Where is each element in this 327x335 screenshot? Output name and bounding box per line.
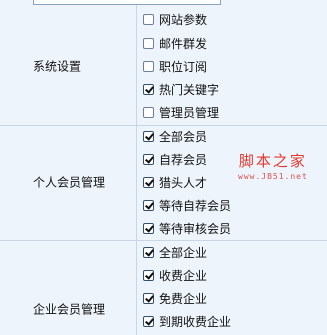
option-row[interactable]: 管理员管理 [143, 104, 219, 120]
checkbox-checked[interactable] [143, 222, 154, 234]
section-label: 个人会员管理 [33, 175, 106, 190]
option-label: 猎头人才 [159, 175, 208, 190]
watermark: 脚本之家 www.JB51.net [238, 150, 308, 181]
option-row[interactable]: 等待审核会员 [143, 220, 231, 236]
checkbox-checked[interactable] [143, 153, 154, 165]
option-row[interactable]: 邮件群发 [143, 35, 207, 51]
checkbox-checked[interactable] [143, 176, 154, 188]
checkbox-checked[interactable] [143, 315, 154, 327]
section-label-cell: 系统设置 [0, 5, 137, 125]
checkbox-checked[interactable] [143, 199, 154, 211]
option-row[interactable]: 到期收费企业 [143, 313, 231, 329]
option-row[interactable]: 网站参数 [143, 11, 207, 27]
option-label: 全部企业 [159, 245, 208, 260]
checkbox-checked[interactable] [143, 246, 154, 258]
checkbox[interactable] [143, 106, 154, 118]
checkbox[interactable] [143, 13, 154, 25]
checkbox-checked[interactable] [143, 269, 154, 281]
option-row[interactable]: 猎头人才 [143, 174, 207, 190]
option-label: 管理员管理 [159, 105, 220, 120]
option-row[interactable]: 自荐会员 [143, 151, 207, 167]
option-row[interactable]: 热门关键字 [143, 81, 219, 97]
checkbox-checked[interactable] [143, 83, 154, 95]
option-label: 自荐会员 [159, 152, 208, 167]
option-label: 职位订阅 [159, 59, 208, 74]
option-row[interactable]: 收费企业 [143, 267, 207, 283]
option-row[interactable]: 免费企业 [143, 290, 207, 306]
option-label: 网站参数 [159, 12, 208, 27]
option-label: 等待自荐会员 [159, 198, 232, 213]
section-label: 系统设置 [33, 59, 82, 74]
option-label: 等待审核会员 [159, 221, 232, 236]
option-label: 邮件群发 [159, 36, 208, 51]
section-label-cell: 企业会员管理 [0, 241, 137, 335]
option-label: 到期收费企业 [159, 314, 232, 329]
checkbox-checked[interactable] [143, 292, 154, 304]
option-row[interactable]: 职位订阅 [143, 58, 207, 74]
option-label: 全部会员 [159, 129, 208, 144]
option-row[interactable]: 等待自荐会员 [143, 197, 231, 213]
section-label: 企业会员管理 [33, 302, 106, 317]
watermark-url: www.JB51.net [238, 172, 308, 181]
section-label-cell: 个人会员管理 [0, 126, 137, 240]
option-label: 热门关键字 [159, 82, 220, 97]
watermark-title: 脚本之家 [238, 152, 307, 170]
checkbox-checked[interactable] [143, 130, 154, 142]
checkbox[interactable] [143, 37, 154, 49]
option-row[interactable]: 全部企业 [143, 244, 207, 260]
option-label: 免费企业 [159, 291, 208, 306]
option-label: 收费企业 [159, 268, 208, 283]
option-row[interactable]: 全部会员 [143, 128, 207, 144]
checkbox[interactable] [143, 60, 154, 72]
